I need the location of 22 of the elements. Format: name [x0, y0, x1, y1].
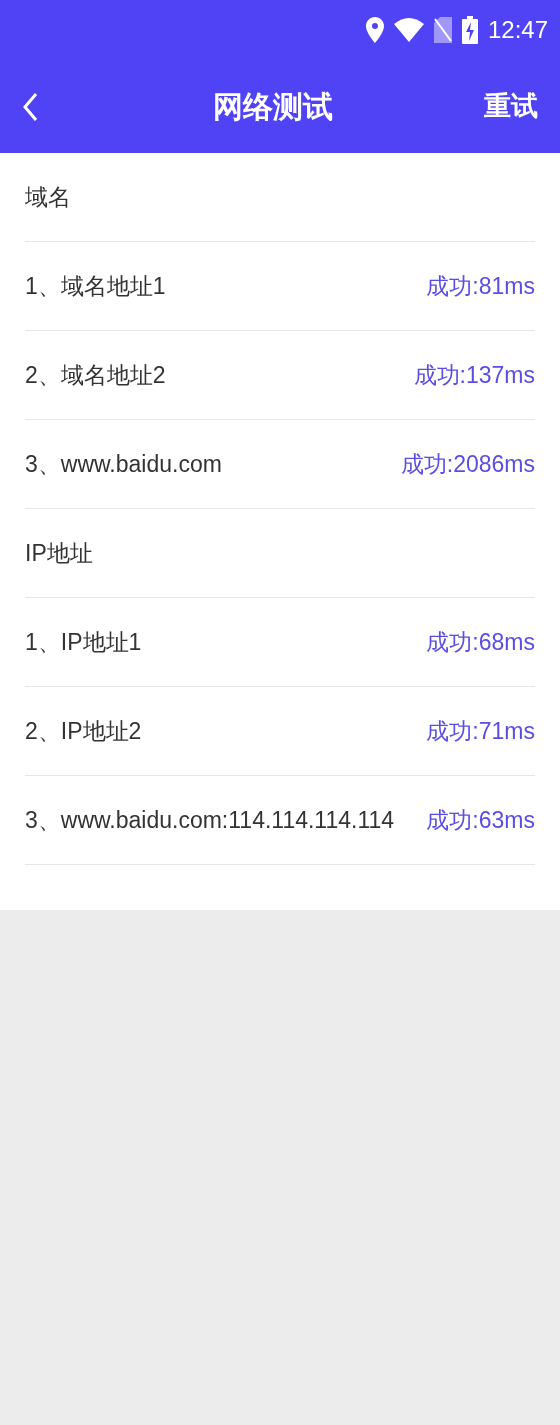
- no-sim-icon: [433, 17, 452, 43]
- test-target: 2、IP地址2: [25, 716, 142, 746]
- test-target: 1、域名地址1: [25, 271, 166, 301]
- section-title: IP地址: [25, 538, 93, 568]
- test-target: 2、域名地址2: [25, 360, 166, 390]
- test-result: 成功:71ms: [426, 716, 535, 746]
- location-icon: [365, 17, 384, 43]
- back-icon: [22, 91, 38, 122]
- retry-button[interactable]: 重试: [484, 86, 538, 127]
- page-title: 网络测试: [213, 89, 333, 125]
- test-result: 成功:2086ms: [400, 449, 535, 479]
- test-target: 3、www.baidu.com:114.114.114.114: [25, 805, 395, 835]
- test-target: 1、IP地址1: [25, 627, 142, 657]
- test-result: 成功:137ms: [413, 360, 535, 390]
- test-result: 成功:63ms: [426, 805, 535, 835]
- wifi-icon: [393, 18, 424, 42]
- status-time: 12:47: [487, 15, 548, 45]
- test-result: 成功:81ms: [426, 271, 535, 301]
- test-target: 3、www.baidu.com: [25, 449, 222, 479]
- test-result: 成功:68ms: [426, 627, 535, 657]
- section-title: 域名: [25, 182, 71, 212]
- battery-charging-icon: [461, 16, 478, 44]
